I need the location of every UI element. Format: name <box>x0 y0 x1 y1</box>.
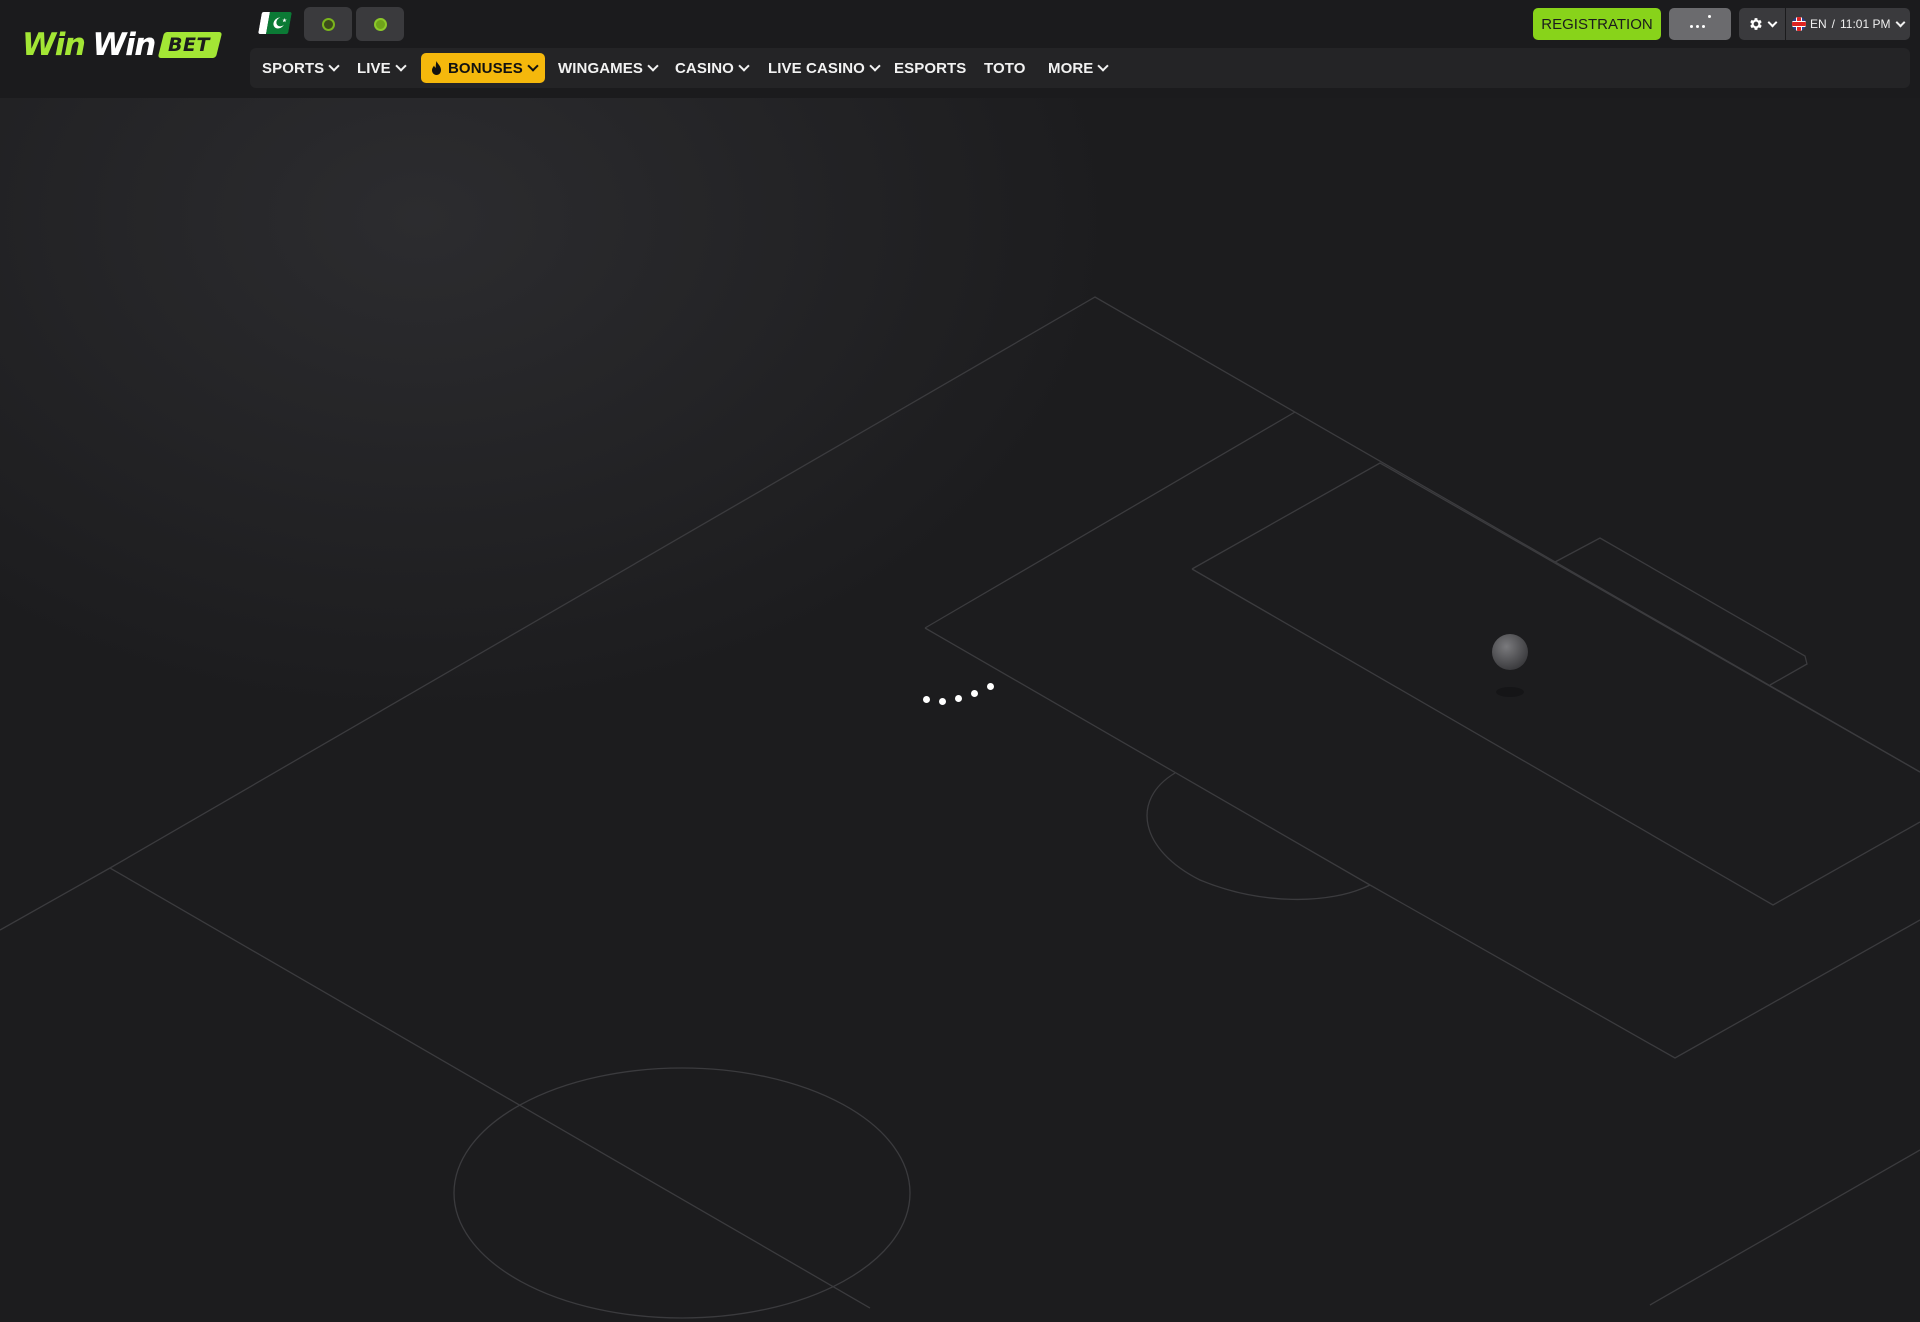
nav-item-label: TOTO <box>984 59 1026 77</box>
nav-item-label: LIVE CASINO <box>768 59 865 77</box>
chevron-down-icon <box>647 60 659 72</box>
nav-item-label: SPORTS <box>262 59 325 77</box>
nav-item-label: LIVE <box>357 59 391 77</box>
nav-item-label: BONUSES <box>448 59 523 77</box>
login-button[interactable] <box>1669 8 1731 40</box>
tennis-ball-icon <box>373 17 387 31</box>
language-time-selector[interactable]: EN / 11:01 PM <box>1786 8 1910 40</box>
nav-item-esports[interactable]: ESPORTS <box>894 48 966 88</box>
live-indicator-icon <box>321 17 335 31</box>
live-indicator-button[interactable] <box>304 7 352 41</box>
nav-item-label: WINGAMES <box>558 59 643 77</box>
fire-icon <box>432 61 441 75</box>
chevron-down-icon <box>1097 60 1110 72</box>
chevron-down-icon <box>328 60 340 72</box>
registration-button[interactable]: REGISTRATION <box>1533 8 1661 40</box>
pakistan-flag-icon[interactable] <box>258 12 292 34</box>
logo-word-1: Win <box>22 27 86 63</box>
main-nav: SPORTS LIVE BONUSES WINGAMES CASINO LIVE… <box>250 48 1910 88</box>
chevron-down-icon <box>869 60 881 72</box>
language-time-separator: / <box>1831 17 1836 31</box>
language-code: EN <box>1810 17 1827 31</box>
chevron-down-icon <box>527 60 539 72</box>
nav-item-wingames[interactable]: WINGAMES <box>558 48 659 88</box>
nav-item-label: MORE <box>1048 59 1094 77</box>
nav-item-casino[interactable]: CASINO <box>675 48 750 88</box>
logo-word-2: Win <box>92 27 156 63</box>
chevron-down-icon <box>738 60 750 72</box>
gear-icon <box>1750 18 1762 30</box>
nav-item-toto[interactable]: TOTO <box>984 48 1026 88</box>
chevron-down-icon <box>395 60 407 72</box>
chevron-down-icon <box>1767 17 1778 27</box>
logo-badge: BET <box>157 32 222 58</box>
nav-item-label: ESPORTS <box>894 59 967 77</box>
nav-item-bonuses[interactable]: BONUSES <box>421 53 545 83</box>
nav-item-more[interactable]: MORE <box>1048 48 1110 88</box>
settings-button[interactable] <box>1739 8 1785 40</box>
site-logo[interactable]: Win Win BET <box>22 27 222 63</box>
nav-item-live-casino[interactable]: LIVE CASINO <box>768 48 881 88</box>
ball-icon <box>1492 634 1528 670</box>
nav-item-live[interactable]: LIVE <box>357 48 407 88</box>
nav-item-sports[interactable]: SPORTS <box>262 48 340 88</box>
current-time: 11:01 PM <box>1840 17 1891 31</box>
tennis-ball-button[interactable] <box>356 7 404 41</box>
nav-item-label: CASINO <box>675 59 734 77</box>
site-header: Win Win BET SPORTS LIVE BONUSES WINGAMES… <box>0 0 1920 98</box>
chevron-down-icon <box>1895 17 1905 27</box>
loading-dots-icon <box>1688 15 1712 33</box>
loading-dots-icon <box>915 675 1005 715</box>
uk-flag-icon <box>1792 17 1806 31</box>
